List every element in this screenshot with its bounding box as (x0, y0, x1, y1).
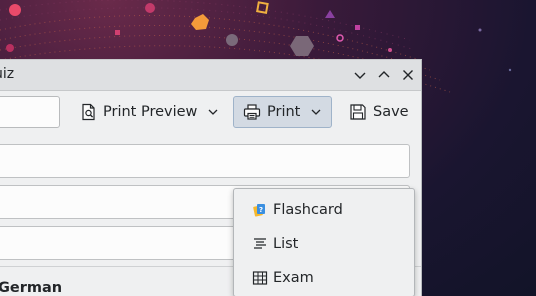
chevron-down-icon (354, 72, 366, 79)
desktop: uiz (0, 0, 536, 296)
chevron-down-icon (207, 106, 219, 118)
maximize-button[interactable] (375, 66, 393, 84)
toolbar: Print Preview Print Save (0, 91, 421, 133)
close-button[interactable] (399, 66, 417, 84)
svg-text:?: ? (259, 206, 263, 214)
chevron-up-icon (378, 71, 390, 78)
table-icon (252, 270, 268, 286)
print-label: Print (267, 104, 301, 120)
print-button[interactable]: Print (233, 96, 332, 128)
window-titlebar[interactable]: uiz (0, 60, 421, 91)
save-label: Save (373, 104, 409, 120)
menu-item-flashcard[interactable]: ? Flashcard (234, 195, 414, 225)
minimize-button[interactable] (351, 66, 369, 84)
window-title: uiz (0, 66, 15, 82)
close-icon (403, 70, 413, 80)
printer-icon (243, 103, 261, 121)
list-icon (252, 236, 268, 252)
menu-item-exam[interactable]: Exam (234, 263, 414, 293)
print-preview-icon (80, 103, 98, 121)
flashcard-icon: ? (252, 202, 268, 218)
menu-item-label: Exam (273, 270, 314, 286)
search-input[interactable] (0, 96, 60, 128)
print-dropdown-menu: ? Flashcard List Exam (233, 188, 415, 296)
language-heading: German (0, 280, 63, 296)
menu-item-label: Flashcard (273, 202, 343, 218)
print-preview-button[interactable]: Print Preview (78, 96, 226, 128)
save-button[interactable]: Save (348, 96, 414, 128)
print-preview-label: Print Preview (103, 104, 198, 120)
text-field[interactable] (0, 144, 410, 178)
chevron-down-icon (310, 106, 322, 118)
application-window: uiz (0, 59, 422, 296)
menu-item-label: List (273, 236, 299, 252)
menu-item-list[interactable]: List (234, 229, 414, 259)
save-icon (349, 103, 367, 121)
